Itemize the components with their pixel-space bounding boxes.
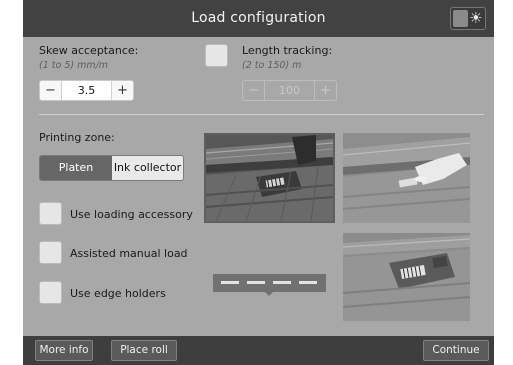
load-configuration-dialog: Load configuration ☀ Skew acceptance: (1… bbox=[23, 0, 494, 365]
length-tracking-checkbox[interactable] bbox=[205, 44, 228, 67]
continue-button[interactable]: Continue bbox=[423, 340, 489, 361]
length-tracking-range: (2 to 150) m bbox=[242, 60, 302, 71]
assisted-manual-load-label: Assisted manual load bbox=[70, 247, 188, 260]
skew-value-field[interactable]: 3.5 bbox=[61, 81, 112, 100]
length-increment-button[interactable]: + bbox=[315, 81, 336, 100]
loading-accessory-illustration[interactable] bbox=[204, 133, 335, 223]
manual-load-hand-image bbox=[343, 133, 470, 223]
length-value-field[interactable]: 100 bbox=[264, 81, 315, 100]
printing-zone-ink-collector[interactable]: Ink collector bbox=[112, 156, 183, 180]
length-decrement-button[interactable]: − bbox=[243, 81, 264, 100]
bottom-action-bar: More info Place roll Continue bbox=[23, 336, 494, 365]
loading-accessory-checkbox[interactable] bbox=[39, 202, 62, 225]
accessory-strip-graphic bbox=[213, 274, 326, 296]
edge-holders-checkbox[interactable] bbox=[39, 281, 62, 304]
printing-zone-label: Printing zone: bbox=[39, 131, 115, 144]
assisted-manual-load-checkbox[interactable] bbox=[39, 241, 62, 264]
printing-zone-selector: Platen Ink collector bbox=[39, 155, 184, 181]
brightness-button[interactable]: ☀ bbox=[450, 7, 486, 30]
loading-accessory-strip-image bbox=[213, 270, 326, 296]
skew-increment-button[interactable]: + bbox=[112, 81, 133, 100]
brightness-swatch bbox=[453, 10, 468, 27]
printing-zone-platen[interactable]: Platen bbox=[40, 156, 112, 180]
more-info-button[interactable]: More info bbox=[35, 340, 93, 361]
sun-icon: ☀ bbox=[469, 9, 483, 27]
edge-holders-label: Use edge holders bbox=[70, 287, 166, 300]
section-divider bbox=[39, 114, 484, 115]
place-roll-button[interactable]: Place roll bbox=[111, 340, 177, 361]
skew-acceptance-label: Skew acceptance: bbox=[39, 44, 139, 57]
skew-acceptance-stepper: − 3.5 + bbox=[39, 80, 134, 101]
dialog-title: Load configuration bbox=[191, 10, 326, 26]
loading-accessory-label: Use loading accessory bbox=[70, 208, 193, 221]
skew-acceptance-range: (1 to 5) mm/m bbox=[39, 60, 109, 71]
length-tracking-stepper: − 100 + bbox=[242, 80, 337, 101]
title-bar: Load configuration ☀ bbox=[23, 0, 494, 37]
edge-holder-image bbox=[343, 233, 470, 321]
skew-decrement-button[interactable]: − bbox=[40, 81, 61, 100]
length-tracking-label: Length tracking: bbox=[242, 44, 333, 57]
edge-holders-illustration[interactable] bbox=[343, 233, 470, 321]
assisted-manual-load-illustration[interactable] bbox=[343, 133, 470, 223]
printer-platen-image bbox=[206, 135, 333, 221]
